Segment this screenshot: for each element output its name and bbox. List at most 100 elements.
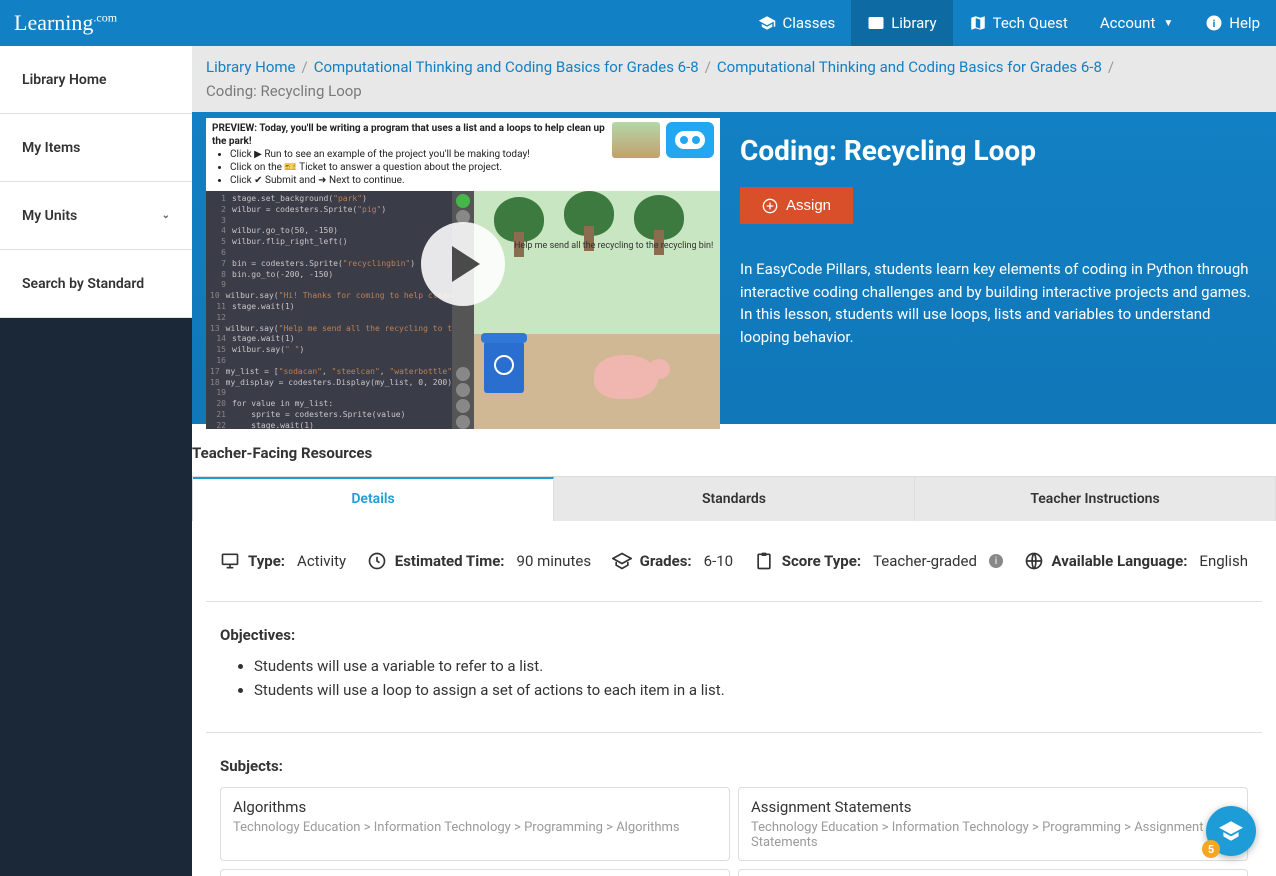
breadcrumb-level-2[interactable]: Computational Thinking and Coding Basics… (717, 58, 1102, 76)
main-content: Library Home / Computational Thinking an… (192, 46, 1276, 876)
breadcrumb-sep: / (1108, 58, 1114, 76)
pig-sprite-icon (594, 355, 658, 399)
code-line: 11stage.wait(1) (210, 302, 448, 313)
left-sidebar: Library Home My Items My Units ⌄ Search … (0, 46, 192, 876)
graduation-cap-icon (758, 14, 776, 32)
sidebar-search-standard[interactable]: Search by Standard (0, 250, 192, 318)
subject-card[interactable]: Assignment Statements Technology Educatio… (738, 787, 1248, 861)
code-line: 17my_list = ["sodacan", "steelcan", "wat… (210, 367, 448, 378)
time-label: Estimated Time: (395, 552, 505, 570)
objectives-section: Objectives: Students will use a variable… (206, 602, 1262, 733)
page-title: Coding: Recycling Loop (740, 134, 1262, 167)
assign-label: Assign (786, 197, 831, 214)
type-value: Activity (297, 552, 346, 570)
caret-down-icon: ▼ (1163, 18, 1173, 29)
nav-classes[interactable]: Classes (742, 0, 851, 46)
breadcrumb-current: Coding: Recycling Loop (206, 82, 362, 100)
assign-button[interactable]: Assign (740, 187, 853, 224)
code-line: 15wilbur.say(" ") (210, 345, 448, 356)
brand-name: Learning (14, 10, 93, 35)
graduation-cap-icon (1218, 818, 1244, 844)
code-line: 18my_display = codesters.Display(my_list… (210, 378, 448, 389)
code-line: 19 (210, 388, 448, 399)
play-button[interactable] (421, 222, 505, 306)
breadcrumb-level-1[interactable]: Computational Thinking and Coding Basics… (314, 58, 699, 76)
code-line: 12 (210, 313, 448, 324)
nav-account[interactable]: Account ▼ (1084, 0, 1189, 46)
nav-techquest-label: Tech Quest (993, 14, 1068, 32)
sidebar-label: Library Home (22, 72, 107, 88)
breadcrumb: Library Home / Computational Thinking an… (192, 46, 1276, 112)
tab-details[interactable]: Details (193, 477, 554, 521)
score-value: Teacher-graded (873, 552, 977, 570)
notification-badge: 5 (1202, 840, 1220, 858)
code-line: 7bin = codesters.Sprite("recyclingbin") (210, 259, 448, 270)
code-line: 4wilbur.go_to(50, -150) (210, 226, 448, 237)
details-row: Type: Activity Estimated Time: 90 minute… (206, 521, 1262, 602)
objectives-heading: Objectives: (220, 626, 1248, 644)
nav-help-label: Help (1229, 14, 1260, 32)
code-line: 8bin.go_to(-200, -150) (210, 270, 448, 281)
sidebar-label: Search by Standard (22, 276, 144, 292)
chevron-down-icon: ⌄ (162, 210, 170, 221)
run-button-icon (456, 194, 470, 208)
tab-standards[interactable]: Standards (554, 477, 915, 521)
sidebar-my-items[interactable]: My Items (0, 114, 192, 182)
score-label: Score Type: (782, 552, 861, 570)
nav-classes-label: Classes (782, 14, 835, 32)
info-icon: i (1205, 14, 1223, 32)
subject-path: Technology Education > Information Techn… (751, 820, 1235, 850)
nav-techquest[interactable]: Tech Quest (953, 0, 1084, 46)
recycling-bin-icon (484, 339, 524, 393)
graduation-icon (612, 551, 632, 571)
breadcrumb-library-home[interactable]: Library Home (206, 58, 296, 76)
brand-suffix: .com (93, 11, 117, 25)
code-line: 14stage.wait(1) (210, 334, 448, 345)
nav-library-label: Library (891, 14, 936, 32)
nav-help[interactable]: i Help (1189, 0, 1276, 46)
sidebar-library-home[interactable]: Library Home (0, 46, 192, 114)
preview-instructions: PREVIEW: Today, you'll be writing a prog… (212, 122, 606, 187)
preview-thumbnail-icon (612, 122, 660, 158)
code-line: 2wilbur = codesters.Sprite("pig") (210, 205, 448, 216)
control-icon (456, 367, 470, 381)
info-tooltip-icon[interactable]: i (989, 554, 1003, 568)
code-line: 9 (210, 280, 448, 291)
subject-card[interactable]: AlgorithmsTechnology Education > Informa… (220, 787, 730, 861)
game-text: Help me send all the recycling to the re… (514, 241, 713, 251)
objective-item: Students will use a variable to refer to… (254, 654, 1248, 678)
nav-library[interactable]: Library (851, 0, 952, 46)
lesson-preview[interactable]: PREVIEW: Today, you'll be writing a prog… (206, 118, 720, 410)
code-editor-preview: 1stage.set_background("park")2wilbur = c… (206, 191, 452, 429)
clipboard-icon (754, 551, 774, 571)
type-label: Type: (248, 552, 285, 570)
help-fab-button[interactable]: 5 (1206, 806, 1256, 856)
preview-bullet: Click on the 🎫 Ticket to answer a questi… (230, 161, 606, 174)
control-icon (456, 399, 470, 413)
nav-account-label: Account (1100, 14, 1156, 32)
code-line: 22 stage.wait(1) (210, 421, 448, 429)
monitor-icon (220, 551, 240, 571)
sidebar-my-units[interactable]: My Units ⌄ (0, 182, 192, 250)
play-icon (452, 246, 480, 282)
hero-banner: PREVIEW: Today, you'll be writing a prog… (192, 112, 1276, 424)
subject-title: Assignment Statements (751, 798, 1235, 816)
grades-label: Grades: (640, 552, 692, 570)
control-icon (456, 415, 470, 429)
control-icon (456, 383, 470, 397)
resources-heading: Teacher-Facing Resources (192, 424, 1276, 476)
subject-card[interactable]: Basic TechniquesTechnology Education > I… (738, 869, 1248, 876)
sidebar-label: My Units (22, 208, 77, 224)
tab-teacher-instructions[interactable]: Teacher Instructions (915, 477, 1275, 521)
lang-label: Available Language: (1052, 552, 1188, 570)
clock-icon (367, 551, 387, 571)
map-icon (969, 14, 987, 32)
subject-card[interactable]: Attend to PrecisionMathematics > Process… (220, 869, 730, 876)
lesson-description: In EasyCode Pillars, students learn key … (740, 258, 1262, 348)
code-line: 6 (210, 248, 448, 259)
resource-tabs: Details Standards Teacher Instructions (192, 476, 1276, 521)
preview-headline: PREVIEW: Today, you'll be writing a prog… (212, 123, 605, 147)
code-line: 21 sprite = codesters.Sprite(value) (210, 410, 448, 421)
subjects-heading: Subjects: (220, 757, 1248, 775)
brand-logo[interactable]: Learning.com (14, 10, 117, 36)
